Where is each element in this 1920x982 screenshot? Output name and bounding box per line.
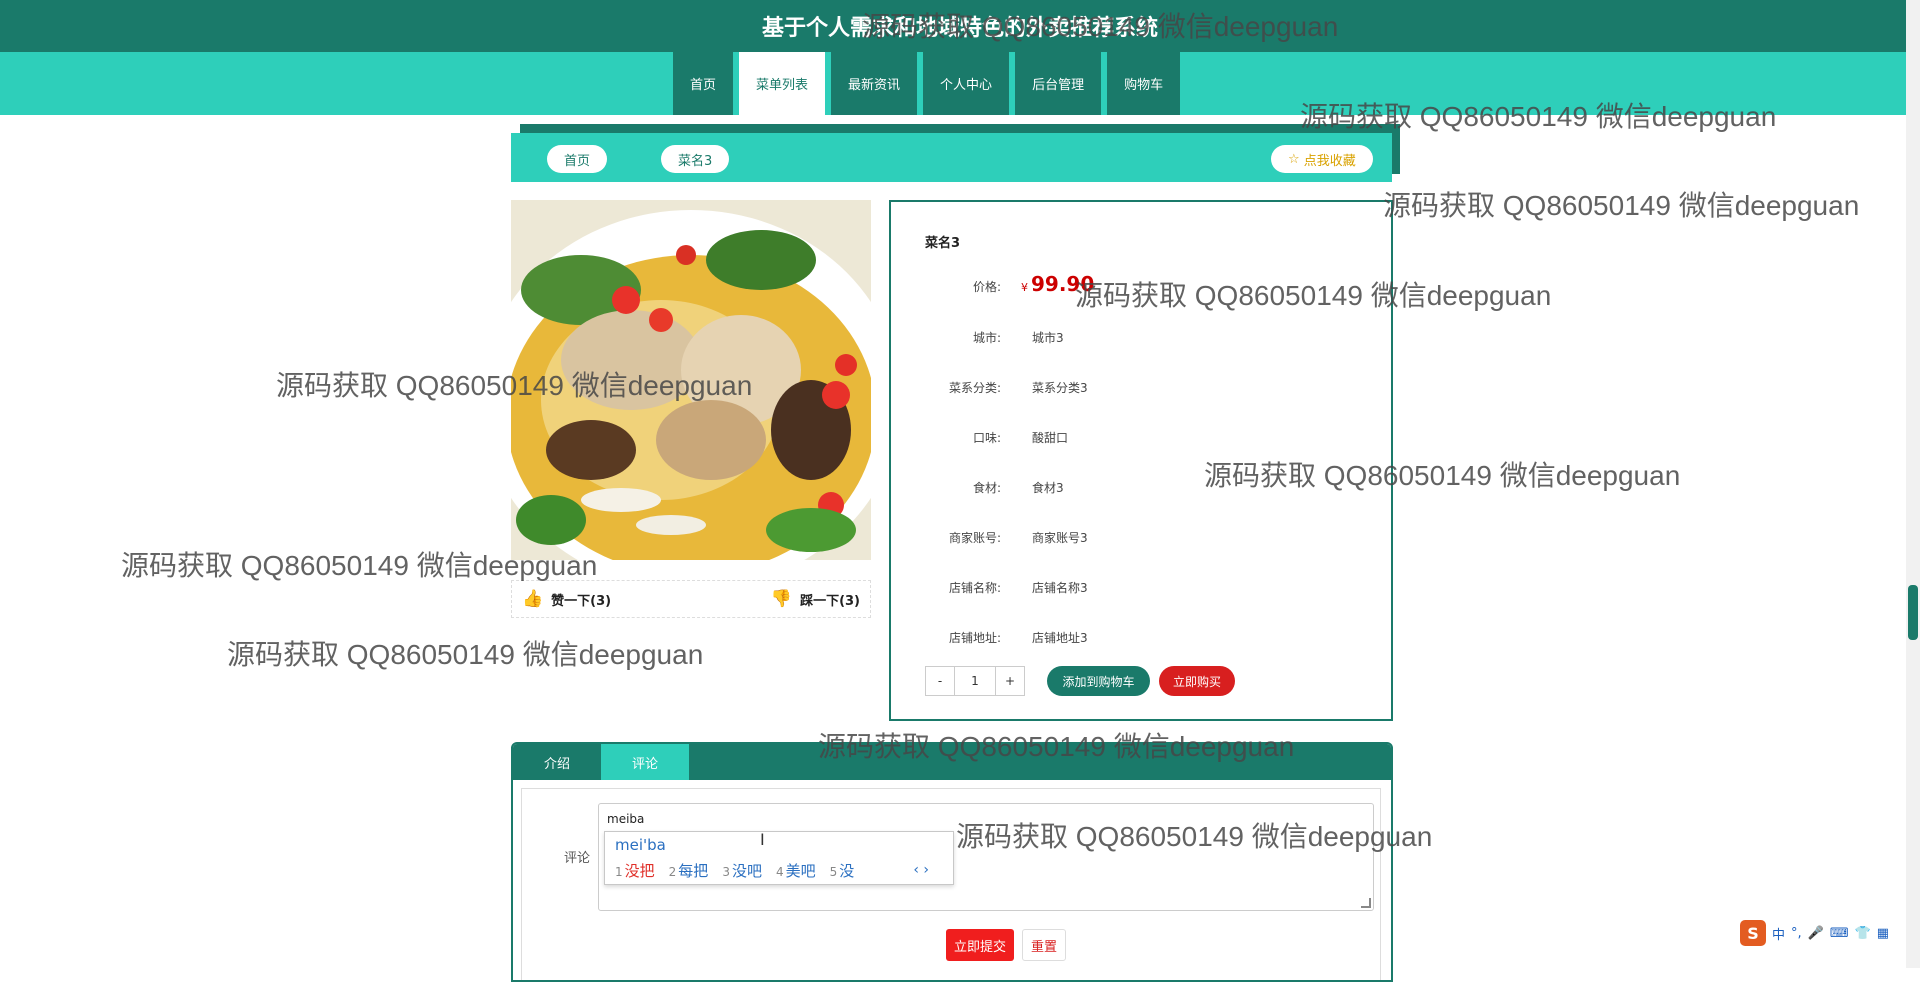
nav-item-admin[interactable]: 后台管理 bbox=[1015, 52, 1102, 115]
thumbs-up-icon: 👍 bbox=[522, 589, 544, 609]
resize-handle[interactable] bbox=[1361, 898, 1371, 908]
keyboard-icon[interactable]: ⌨ bbox=[1830, 926, 1849, 941]
field-row-shop-address: 店铺地址: 店铺地址3 bbox=[891, 626, 1391, 648]
field-value: 店铺地址3 bbox=[1032, 631, 1088, 645]
star-icon: ☆ bbox=[1288, 151, 1300, 167]
scrollbar-thumb[interactable] bbox=[1908, 585, 1918, 640]
quantity-plus-button[interactable]: + bbox=[995, 666, 1025, 696]
comment-form: 评论 meiba mei'ba 1 没把 2 每把 3 没吧 4 美吧 5没 ‹ › 立… bbox=[521, 788, 1381, 980]
add-to-cart-button[interactable]: 添加到购物车 bbox=[1047, 666, 1150, 696]
quantity-input[interactable]: 1 bbox=[955, 666, 995, 696]
field-label: 店铺地址: bbox=[948, 631, 1001, 645]
ime-candidates: 1 没把 2 每把 3 没吧 4 美吧 5没 bbox=[615, 860, 854, 881]
breadcrumb-current[interactable]: 菜名3 bbox=[661, 145, 730, 173]
field-row-ingredients: 食材: 食材3 bbox=[891, 476, 1391, 498]
field-label: 商家账号: bbox=[948, 531, 1001, 545]
quantity-stepper: - 1 + bbox=[925, 666, 1025, 696]
ime-candidate[interactable]: 3 没吧 bbox=[722, 860, 762, 881]
site-title: 基于个人需求和地域特色的外卖推荐系统 bbox=[0, 0, 1920, 52]
field-label: 菜系分类: bbox=[948, 381, 1001, 395]
ime-punct-label[interactable]: °, bbox=[1791, 926, 1802, 941]
currency-symbol: ¥ bbox=[1021, 281, 1028, 294]
scrollbar[interactable] bbox=[1906, 0, 1920, 968]
info-tabs-panel: 介绍 评论 评论 meiba mei'ba 1 没把 2 每把 3 没吧 4 美吧 5没… bbox=[511, 742, 1393, 982]
field-label: 城市: bbox=[972, 331, 1001, 345]
buy-now-button[interactable]: 立即购买 bbox=[1159, 666, 1235, 696]
sogou-logo-icon[interactable]: S bbox=[1740, 920, 1766, 946]
watermark: 源码获取 QQ86050149 微信deepguan bbox=[227, 639, 704, 670]
comment-text: meiba bbox=[607, 812, 645, 826]
field-value: 店铺名称3 bbox=[1032, 581, 1088, 595]
nav-item-menu-list[interactable]: 菜单列表 bbox=[739, 52, 826, 115]
likes-count: 赞一下(3) bbox=[551, 593, 612, 609]
field-value: 食材3 bbox=[1032, 481, 1064, 495]
nav-item-profile[interactable]: 个人中心 bbox=[923, 52, 1010, 115]
field-value: 酸甜口 bbox=[1032, 431, 1069, 445]
field-label: 口味: bbox=[972, 431, 1001, 445]
comment-label: 评论 bbox=[564, 851, 591, 866]
field-value: 商家账号3 bbox=[1032, 531, 1088, 545]
ime-page-arrows[interactable]: ‹ › bbox=[913, 862, 929, 878]
reset-button[interactable]: 重置 bbox=[1022, 929, 1066, 961]
ime-mode-label[interactable]: 中 bbox=[1772, 924, 1785, 943]
skin-icon[interactable]: 👕 bbox=[1855, 926, 1871, 941]
favorite-label: 点我收藏 bbox=[1303, 153, 1356, 169]
field-row-city: 城市: 城市3 bbox=[891, 326, 1391, 348]
field-row-cuisine: 菜系分类: 菜系分类3 bbox=[891, 376, 1391, 398]
price-label: 价格: bbox=[972, 280, 1001, 294]
ime-pinyin: mei'ba bbox=[615, 836, 666, 854]
tab-bar: 介绍 评论 bbox=[513, 744, 1391, 780]
field-row-shop-name: 店铺名称: 店铺名称3 bbox=[891, 576, 1391, 598]
field-value: 菜系分类3 bbox=[1032, 381, 1088, 395]
field-label: 店铺名称: bbox=[948, 581, 1001, 595]
nav-item-cart[interactable]: 购物车 bbox=[1107, 52, 1181, 115]
ime-candidate[interactable]: 4 美吧 bbox=[776, 860, 816, 881]
product-detail-panel: 菜名3 价格: ¥ 99.90 城市: 城市3 菜系分类: 菜系分类3 口味: … bbox=[889, 200, 1393, 721]
tab-comments[interactable]: 评论 bbox=[601, 744, 689, 780]
watermark: 源码获取 QQ86050149 微信deepguan bbox=[1383, 190, 1860, 221]
product-image bbox=[511, 200, 871, 560]
tab-intro[interactable]: 介绍 bbox=[513, 744, 601, 780]
price-value: 99.90 bbox=[1031, 272, 1095, 296]
field-row-taste: 口味: 酸甜口 bbox=[891, 426, 1391, 448]
grid-icon[interactable]: ▦ bbox=[1877, 926, 1889, 941]
favorite-button[interactable]: ☆ 点我收藏 bbox=[1271, 145, 1373, 173]
ime-candidate[interactable]: 2 每把 bbox=[669, 860, 709, 881]
like-bar: 👍 赞一下(3) 👎 踩一下(3) bbox=[511, 580, 871, 618]
microphone-icon[interactable]: 🎤 bbox=[1808, 926, 1824, 941]
main-nav: 首页 菜单列表 最新资讯 个人中心 后台管理 购物车 bbox=[0, 52, 1920, 115]
nav-item-news[interactable]: 最新资讯 bbox=[831, 52, 918, 115]
breadcrumb: 首页 菜名3 ☆ 点我收藏 bbox=[511, 133, 1392, 182]
text-cursor-icon: I bbox=[760, 830, 765, 849]
like-button[interactable]: 👍 赞一下(3) bbox=[522, 589, 611, 609]
ime-candidate[interactable]: 5没 bbox=[830, 860, 855, 881]
ime-status-bar: S 中 °, 🎤 ⌨ 👕 ▦ bbox=[1740, 918, 1906, 948]
field-row-merchant-account: 商家账号: 商家账号3 bbox=[891, 526, 1391, 548]
nav-item-home[interactable]: 首页 bbox=[673, 52, 734, 115]
quantity-minus-button[interactable]: - bbox=[925, 666, 955, 696]
thumbs-down-icon: 👎 bbox=[770, 589, 793, 609]
field-label: 食材: bbox=[972, 481, 1001, 495]
submit-comment-button[interactable]: 立即提交 bbox=[946, 929, 1014, 961]
product-name: 菜名3 bbox=[925, 236, 961, 251]
dislikes-count: 踩一下(3) bbox=[800, 593, 860, 609]
ime-candidate-popup: mei'ba 1 没把 2 每把 3 没吧 4 美吧 5没 ‹ › bbox=[604, 831, 954, 885]
ime-candidate[interactable]: 1 没把 bbox=[615, 860, 655, 881]
dislike-button[interactable]: 👎 踩一下(3) bbox=[771, 589, 860, 609]
field-value: 城市3 bbox=[1032, 331, 1064, 345]
price-row: 价格: ¥ 99.90 bbox=[891, 272, 1391, 297]
breadcrumb-home[interactable]: 首页 bbox=[547, 145, 608, 173]
